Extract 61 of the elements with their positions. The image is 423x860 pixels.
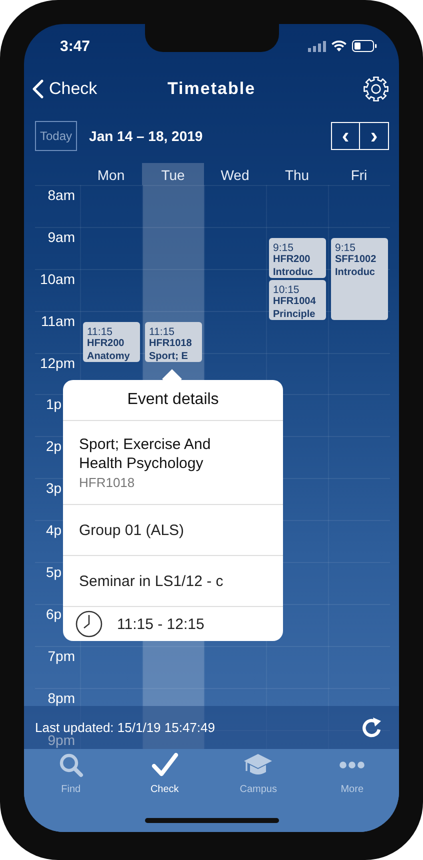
event-code: HFR200 bbox=[273, 254, 312, 267]
hour-label: 4p bbox=[46, 522, 62, 538]
checkmark-icon bbox=[150, 752, 179, 778]
event-card[interactable]: 9:15 SFF1002 Introduc bbox=[331, 238, 388, 320]
hour-label: 3p bbox=[46, 480, 62, 496]
settings-icon[interactable] bbox=[363, 76, 389, 102]
more-icon bbox=[339, 761, 366, 769]
event-code: HFR200 bbox=[87, 338, 126, 351]
wifi-icon bbox=[331, 40, 347, 52]
event-title: Introduc bbox=[335, 266, 376, 280]
date-range: Jan 14 – 18, 2019 bbox=[89, 128, 204, 144]
day-header[interactable]: Wed bbox=[204, 163, 266, 185]
hour-label: 9am bbox=[48, 228, 75, 245]
event-time: 10:15 bbox=[273, 284, 300, 296]
event-group: Group 01 (ALS) bbox=[79, 522, 184, 538]
back-button[interactable]: Check bbox=[28, 77, 102, 101]
hour-label: 6p bbox=[46, 606, 62, 622]
signal-icon bbox=[308, 40, 326, 52]
event-card[interactable]: 11:15 HFR1018 Sport; E bbox=[145, 322, 202, 362]
event-time: 11:15 bbox=[149, 326, 176, 338]
event-time-range: 11:15 - 12:15 bbox=[117, 616, 204, 632]
popover-title: Event details bbox=[63, 380, 283, 421]
chevron-left-icon bbox=[32, 79, 44, 99]
hour-label: 12pm bbox=[40, 354, 75, 371]
event-time: 9:15 bbox=[273, 242, 294, 254]
event-code: HFR1018 bbox=[79, 475, 135, 490]
event-title: Anatomy bbox=[87, 350, 131, 362]
event-code: HFR1004 bbox=[273, 296, 317, 309]
event-title: Sport; E bbox=[149, 350, 189, 362]
event-code: SFF1002 bbox=[335, 254, 378, 267]
event-title: Introduc bbox=[273, 266, 314, 278]
status-time: 3:47 bbox=[60, 38, 90, 54]
hour-label: 8pm bbox=[48, 690, 75, 706]
event-card[interactable]: 11:15 HFR200 Anatomy bbox=[83, 322, 140, 362]
event-location: Seminar in LS1/12 - c bbox=[79, 572, 224, 590]
next-week-button[interactable]: › bbox=[360, 122, 389, 150]
tab-item[interactable]: Check bbox=[118, 752, 212, 812]
hour-label: 11am bbox=[41, 312, 75, 329]
event-title: Principle bbox=[273, 308, 316, 320]
day-header[interactable]: Tue bbox=[142, 163, 204, 185]
day-header[interactable]: Thu bbox=[266, 163, 328, 185]
hour-label: 8am bbox=[48, 187, 75, 203]
event-time: 11:15 bbox=[87, 326, 114, 338]
event-code: HFR1018 bbox=[149, 338, 193, 351]
hour-label: 1p bbox=[46, 396, 62, 412]
screen-title: Timetable bbox=[166, 79, 257, 99]
today-button[interactable]: Today bbox=[35, 121, 78, 151]
day-header[interactable]: Mon bbox=[80, 163, 142, 185]
hour-label: 10am bbox=[40, 270, 75, 287]
event-card[interactable]: 10:15 HFR1004 Principle bbox=[269, 280, 326, 320]
day-header[interactable]: Fri bbox=[328, 163, 390, 185]
hour-label: 5p bbox=[46, 564, 62, 580]
clock-icon bbox=[75, 610, 103, 638]
event-name: Sport; Exercise And Health Psychology bbox=[79, 435, 212, 473]
previous-week-button[interactable]: ‹ bbox=[331, 122, 360, 150]
hour-label: 7pm bbox=[48, 648, 75, 664]
hour-label: 2p bbox=[46, 438, 62, 454]
event-card[interactable]: 9:15 HFR200 Introduc bbox=[269, 238, 326, 278]
search-icon bbox=[58, 752, 84, 778]
event-time: 9:15 bbox=[335, 242, 356, 254]
battery-icon bbox=[352, 40, 377, 52]
